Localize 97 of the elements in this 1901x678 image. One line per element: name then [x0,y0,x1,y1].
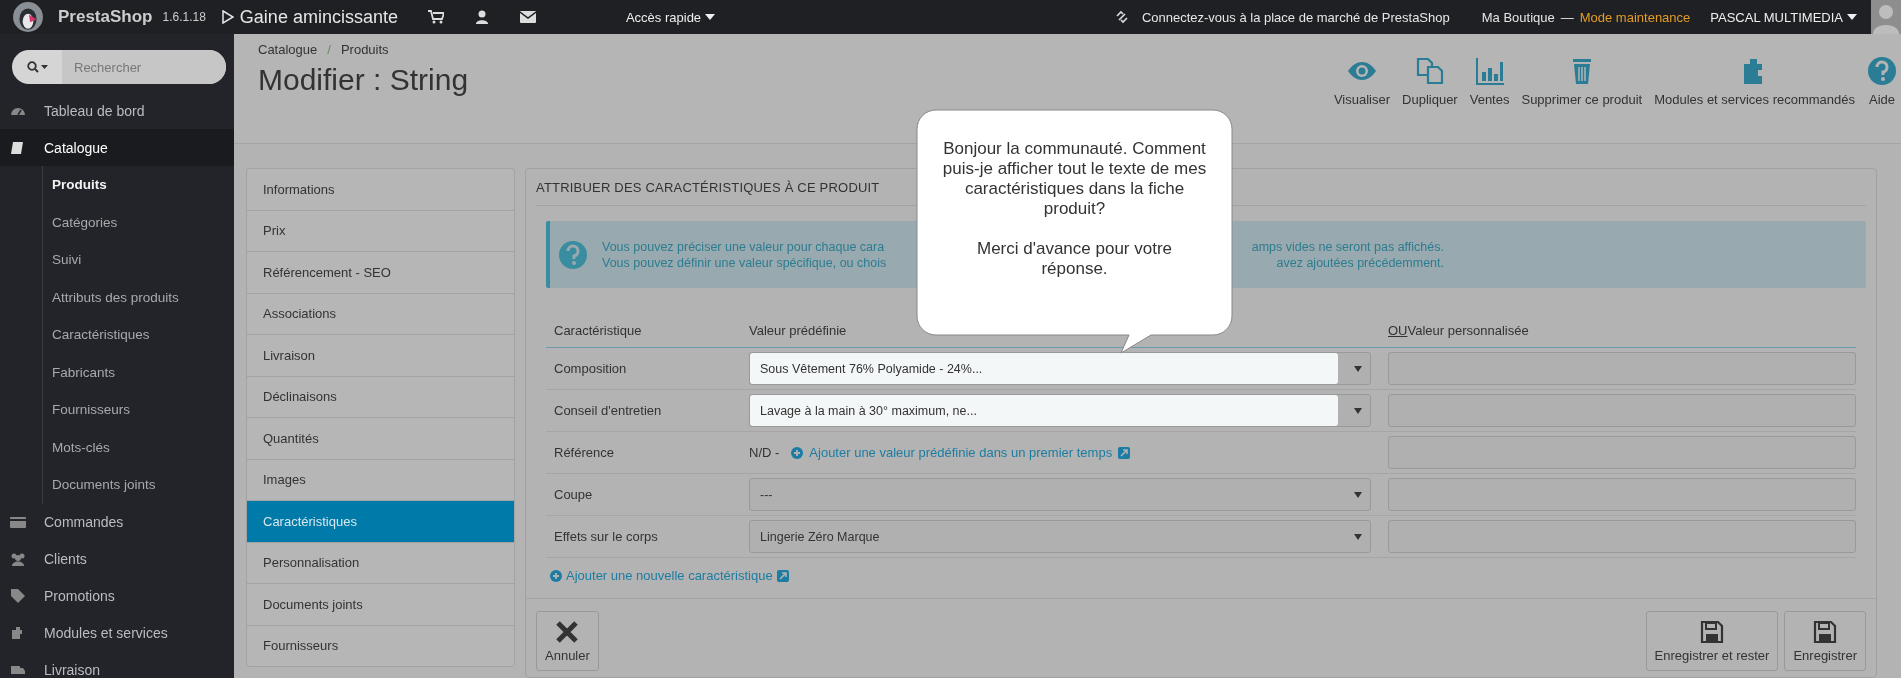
toolbar-button[interactable]: Aide [1867,56,1897,107]
save-button[interactable]: Enregistrer et rester [1645,611,1779,671]
info-text: Vous pouvez définir une valeur spécifique, ou chois [602,255,887,270]
select-field[interactable]: Lingerie Zéro Marque [749,520,1371,553]
user-icon[interactable] [473,10,490,24]
row-label: Effets sur le corps [553,529,659,544]
toolbar-button[interactable]: Modules et services recommandés [1654,56,1855,107]
external-link-icon [776,569,789,582]
breadcrumb-separator: / [327,42,331,57]
info-text: avez ajoutées précédemment. [1276,255,1444,270]
external-link-icon [1118,446,1131,459]
toolbar-button[interactable]: Ventes [1469,56,1510,107]
row-label: Composition [553,361,628,376]
product-tab[interactable]: Informations [247,169,514,211]
card-icon [10,514,26,530]
close-icon [555,619,580,644]
product-tab[interactable]: Caractéristiques [247,501,514,543]
bubble-text: Merci d'avance pour votre réponse. [975,239,1174,279]
toolbar-button[interactable]: Visualiser [1333,56,1391,107]
help-icon [1867,56,1897,86]
product-tab[interactable]: Livraison [247,335,514,377]
breadcrumb-link[interactable]: Catalogue [258,42,318,57]
custom-value-field[interactable] [1388,352,1856,385]
plus-circle-icon [550,569,562,582]
not-available-text: N/D - [749,445,780,460]
submenu-item[interactable]: Documents joints [43,466,234,504]
help-icon [558,239,588,270]
product-tab[interactable]: Associations [247,293,514,335]
sidebar-item[interactable]: Promotions [0,577,234,615]
maintenance-mode-text: Mode maintenance [1579,9,1691,25]
page-title: Modifier : String [258,63,469,97]
custom-value-field[interactable] [1388,436,1856,469]
product-tab[interactable]: Référencement - SEO [247,252,514,294]
marketplace-link[interactable]: Connectez-vous à la place de marché de PrestaShop [1141,9,1450,25]
product-tab[interactable]: Déclinaisons [247,376,514,418]
product-tab[interactable]: Quantités [247,418,514,460]
toolbar-button[interactable]: Dupliquer [1402,56,1458,107]
caret-icon [1354,491,1362,498]
tag-icon [10,588,26,604]
product-tab[interactable]: Prix [247,210,514,252]
caret-icon [1354,365,1362,372]
info-text: amps vides ne seront pas affichés. [1251,239,1444,254]
product-tab[interactable]: Fournisseurs [247,625,514,666]
submenu-item[interactable]: Suivi [43,241,234,279]
select-field[interactable]: Sous Vêtement 76% Polyamide - 24%... [749,352,1371,385]
cart-icon[interactable] [427,10,444,24]
duplicate-icon [1414,56,1445,86]
breadcrumb-link[interactable]: Produits [340,42,389,57]
shop-name[interactable]: Ma Boutique [1481,9,1555,25]
submenu-item[interactable]: Produits [43,166,234,204]
brand-name[interactable]: PrestaShop [58,7,153,27]
custom-value-field[interactable] [1388,478,1856,511]
user-menu[interactable]: PASCAL MULTIMEDIA [1710,9,1857,25]
sidebar-item[interactable]: Modules et services [0,614,234,652]
caret-icon [1354,407,1362,414]
sidebar-item[interactable]: Livraison [0,651,234,678]
sidebar-item[interactable]: Commandes [0,503,234,541]
version-text: 1.6.1.18 [162,10,206,24]
select-field[interactable]: Lavage à la main à 30° maximum, ne... [749,394,1371,427]
shop-link[interactable]: Gaine amincissante [239,6,398,28]
toolbar-button[interactable]: Supprimer ce produit [1521,56,1643,107]
custom-value-field[interactable] [1388,520,1856,553]
caret-icon [1847,14,1857,20]
custom-value-field[interactable] [1388,394,1856,427]
search-icon [26,61,50,73]
search-field[interactable]: Rechercher [12,50,226,84]
submenu-item[interactable]: Mots-clés [43,428,234,466]
row-label: Coupe [553,487,594,502]
caret-icon [705,14,716,20]
play-icon [221,10,234,24]
submenu-item[interactable]: Fabricants [43,353,234,391]
sidebar-item[interactable]: Tableau de bord [0,92,234,129]
product-tab[interactable]: Personnalisation [247,542,514,584]
submenu-item[interactable]: Caractéristiques [43,316,234,354]
submenu-item[interactable]: Catégories [43,203,234,241]
select-field[interactable]: --- [749,478,1371,511]
product-tab[interactable]: Documents joints [247,584,514,626]
column-header: Caractéristique [553,322,643,338]
row-label: Conseil d'entretien [553,403,663,418]
separator-text: — [1560,9,1574,25]
plus-circle-icon [791,446,804,459]
quick-access-menu[interactable]: Accès rapide [625,9,716,25]
caret-icon [1354,533,1362,540]
envelope-icon[interactable] [519,10,536,24]
info-text: Vous pouvez préciser une valeur pour chaque cara [602,239,885,254]
bar-chart-icon [1474,56,1505,86]
avatar-icon[interactable] [1871,0,1901,34]
users-icon [10,551,26,567]
save-button[interactable]: Enregistrer [1784,611,1866,671]
sidebar-item[interactable]: Catalogue [0,129,234,166]
row-label: Référence [553,445,615,460]
column-header: Valeur prédéfinie [749,322,848,338]
submenu-item[interactable]: Fournisseurs [43,391,234,429]
sidebar-item[interactable]: Clients [0,540,234,578]
cancel-button[interactable]: Annuler [536,611,599,671]
submenu-item[interactable]: Attributs des produits [43,278,234,316]
column-header: OUValeur personnalisée [1387,322,1530,338]
